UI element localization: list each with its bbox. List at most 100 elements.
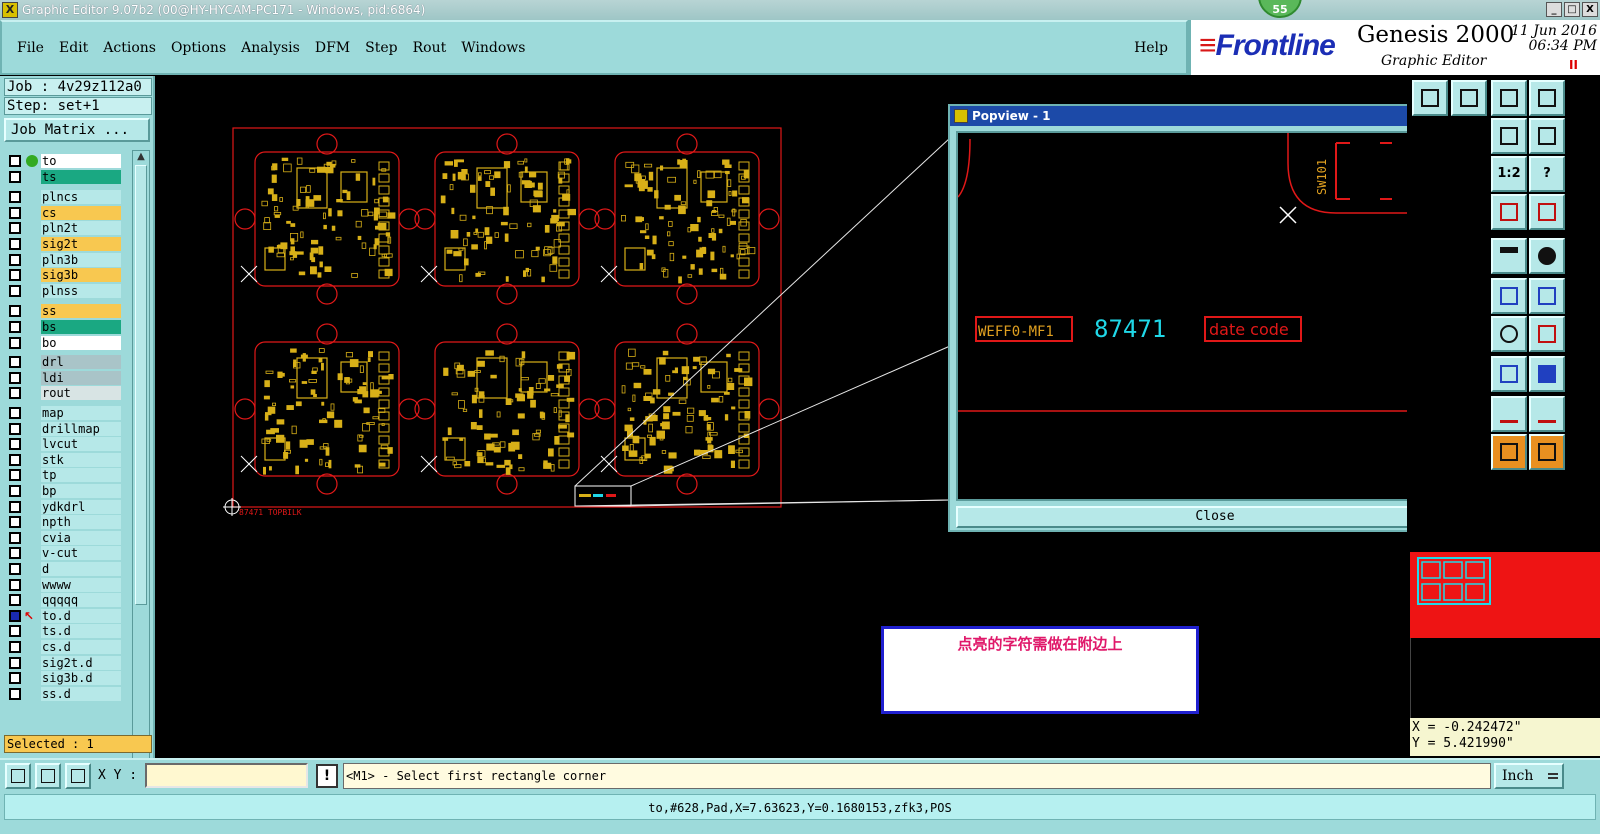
tool-mirror-button[interactable] xyxy=(1529,316,1565,352)
layer-row-bs[interactable]: bs xyxy=(6,320,126,334)
menu-help[interactable]: Help xyxy=(1134,40,1168,56)
angle-tool-button[interactable] xyxy=(35,763,61,789)
layer-name[interactable]: ss.d xyxy=(41,686,121,701)
layer-checkbox[interactable] xyxy=(9,672,21,685)
layer-row-drillmap[interactable]: drillmap xyxy=(6,421,126,436)
layer-name[interactable]: bo xyxy=(41,335,121,350)
layer-row-bo[interactable]: bo xyxy=(6,335,126,350)
layer-row-sig2t-d[interactable]: sig2t.d xyxy=(6,655,126,670)
tool-connect-button[interactable] xyxy=(1491,278,1527,314)
layer-row-cs-d[interactable]: cs.d xyxy=(6,640,126,654)
layer-name[interactable]: d xyxy=(41,562,121,576)
layer-checkbox[interactable] xyxy=(9,453,21,466)
layer-row-v-cut[interactable]: v-cut xyxy=(6,546,126,561)
layer-name[interactable]: sig3b.d xyxy=(41,671,121,686)
layer-name[interactable]: sig2t.d xyxy=(41,655,121,670)
layer-row-lvcut[interactable]: lvcut xyxy=(6,437,126,452)
layer-checkbox[interactable] xyxy=(9,641,21,653)
layer-row-drl[interactable]: drl xyxy=(6,355,126,370)
layer-checkbox[interactable] xyxy=(9,500,21,513)
tool-reset-button[interactable] xyxy=(1491,118,1527,154)
minimap-view[interactable] xyxy=(1410,552,1600,638)
layer-checkbox[interactable] xyxy=(9,594,21,607)
menu-step[interactable]: Step xyxy=(365,40,397,56)
tool-text-button[interactable] xyxy=(1491,396,1527,432)
layer-name[interactable]: sig2t xyxy=(41,237,121,251)
layer-row-ts[interactable]: ts xyxy=(6,169,126,184)
layer-checkbox[interactable] xyxy=(9,625,21,638)
pcb-board[interactable] xyxy=(414,323,600,495)
menu-edit[interactable]: Edit xyxy=(59,40,88,56)
layer-checkbox[interactable] xyxy=(9,687,21,700)
layer-name[interactable]: v-cut xyxy=(41,546,121,561)
layer-name[interactable]: pln3b xyxy=(41,252,121,267)
layer-name[interactable]: lvcut xyxy=(41,437,121,452)
layer-name[interactable]: ldi xyxy=(41,370,121,385)
snap-tool-button[interactable] xyxy=(5,763,31,789)
layer-checkbox[interactable] xyxy=(9,222,21,235)
tool-home-button[interactable] xyxy=(1412,80,1448,116)
layer-row-plnss[interactable]: plnss xyxy=(6,283,126,298)
popview-window[interactable]: Popview - 1 X SW101 xyxy=(948,104,1478,532)
layer-name[interactable]: stk xyxy=(41,452,121,467)
layer-row-pln2t[interactable]: pln2t xyxy=(6,221,126,236)
menu-rout[interactable]: Rout xyxy=(413,40,447,56)
layer-name[interactable]: ydkdrl xyxy=(41,499,121,514)
alert-button[interactable]: ! xyxy=(316,764,338,788)
layer-scrollbar[interactable]: ▲ ▼ xyxy=(132,150,150,806)
popview-canvas[interactable]: SW101 WEFF0-MF1 87471 date code xyxy=(956,131,1438,501)
layer-checkbox[interactable] xyxy=(9,206,21,219)
minimap[interactable] xyxy=(1410,552,1600,638)
tool-net-button[interactable] xyxy=(1491,194,1527,230)
layer-name[interactable]: plnss xyxy=(41,283,121,298)
tool-net2-button[interactable] xyxy=(1529,194,1565,230)
tool-measure-button[interactable] xyxy=(1491,356,1527,392)
menu-options[interactable]: Options xyxy=(171,40,226,56)
layer-checkbox[interactable] xyxy=(9,387,21,400)
job-matrix-button[interactable]: Job Matrix ... xyxy=(4,118,150,142)
popview-zoom-view[interactable]: SW101 WEFF0-MF1 87471 date code xyxy=(958,133,1438,501)
menu-actions[interactable]: Actions xyxy=(103,40,156,56)
layer-checkbox[interactable] xyxy=(9,609,21,622)
popview-close-button[interactable]: Close xyxy=(956,506,1474,528)
layer-name[interactable]: drillmap xyxy=(41,421,121,436)
layer-row-stk[interactable]: stk xyxy=(6,452,126,467)
layer-row-cs[interactable]: cs xyxy=(6,205,126,220)
layer-checkbox[interactable] xyxy=(9,516,21,529)
layer-row-pln3b[interactable]: pln3b xyxy=(6,252,126,267)
menu-file[interactable]: File xyxy=(17,40,44,56)
tool-ratio-button[interactable]: 1:2 xyxy=(1491,156,1527,192)
layer-checkbox[interactable] xyxy=(9,438,21,451)
layer-checkbox[interactable] xyxy=(9,469,21,482)
layer-checkbox[interactable] xyxy=(9,563,21,575)
close-window-button[interactable]: X xyxy=(1582,2,1598,17)
layer-row-bp[interactable]: bp xyxy=(6,484,126,498)
layer-row-ss[interactable]: ss xyxy=(6,304,126,319)
pcb-board[interactable] xyxy=(594,323,780,495)
layer-row-npth[interactable]: npth xyxy=(6,515,126,530)
layer-row-tp[interactable]: tp xyxy=(6,468,126,483)
xy-input[interactable] xyxy=(145,763,308,788)
layer-row-ldi[interactable]: ldi xyxy=(6,370,126,385)
layer-checkbox[interactable] xyxy=(9,284,21,297)
layer-name[interactable]: cs.d xyxy=(41,640,121,654)
layer-checkbox[interactable] xyxy=(9,356,21,369)
layer-name[interactable]: tp xyxy=(41,468,121,483)
layer-name[interactable]: drl xyxy=(41,355,121,370)
layer-name[interactable]: to xyxy=(41,154,121,168)
layer-checkbox[interactable] xyxy=(9,407,21,419)
menu-dfm[interactable]: DFM xyxy=(315,40,350,56)
layer-row-plncs[interactable]: plncs xyxy=(6,190,126,205)
layer-name[interactable]: ts.d xyxy=(41,624,121,639)
layer-checkbox[interactable] xyxy=(9,191,21,204)
layer-checkbox[interactable] xyxy=(9,336,21,349)
tool-house-button[interactable] xyxy=(1491,80,1527,116)
layer-row-to[interactable]: to xyxy=(6,154,126,168)
layer-checkbox[interactable] xyxy=(9,578,21,591)
layer-name[interactable]: ss xyxy=(41,304,121,319)
layer-name[interactable]: qqqqq xyxy=(41,593,121,608)
layer-row-d[interactable]: d xyxy=(6,562,126,576)
layer-checkbox[interactable] xyxy=(9,155,21,167)
layer-checkbox[interactable] xyxy=(9,371,21,384)
layer-row-rout[interactable]: rout xyxy=(6,386,126,401)
